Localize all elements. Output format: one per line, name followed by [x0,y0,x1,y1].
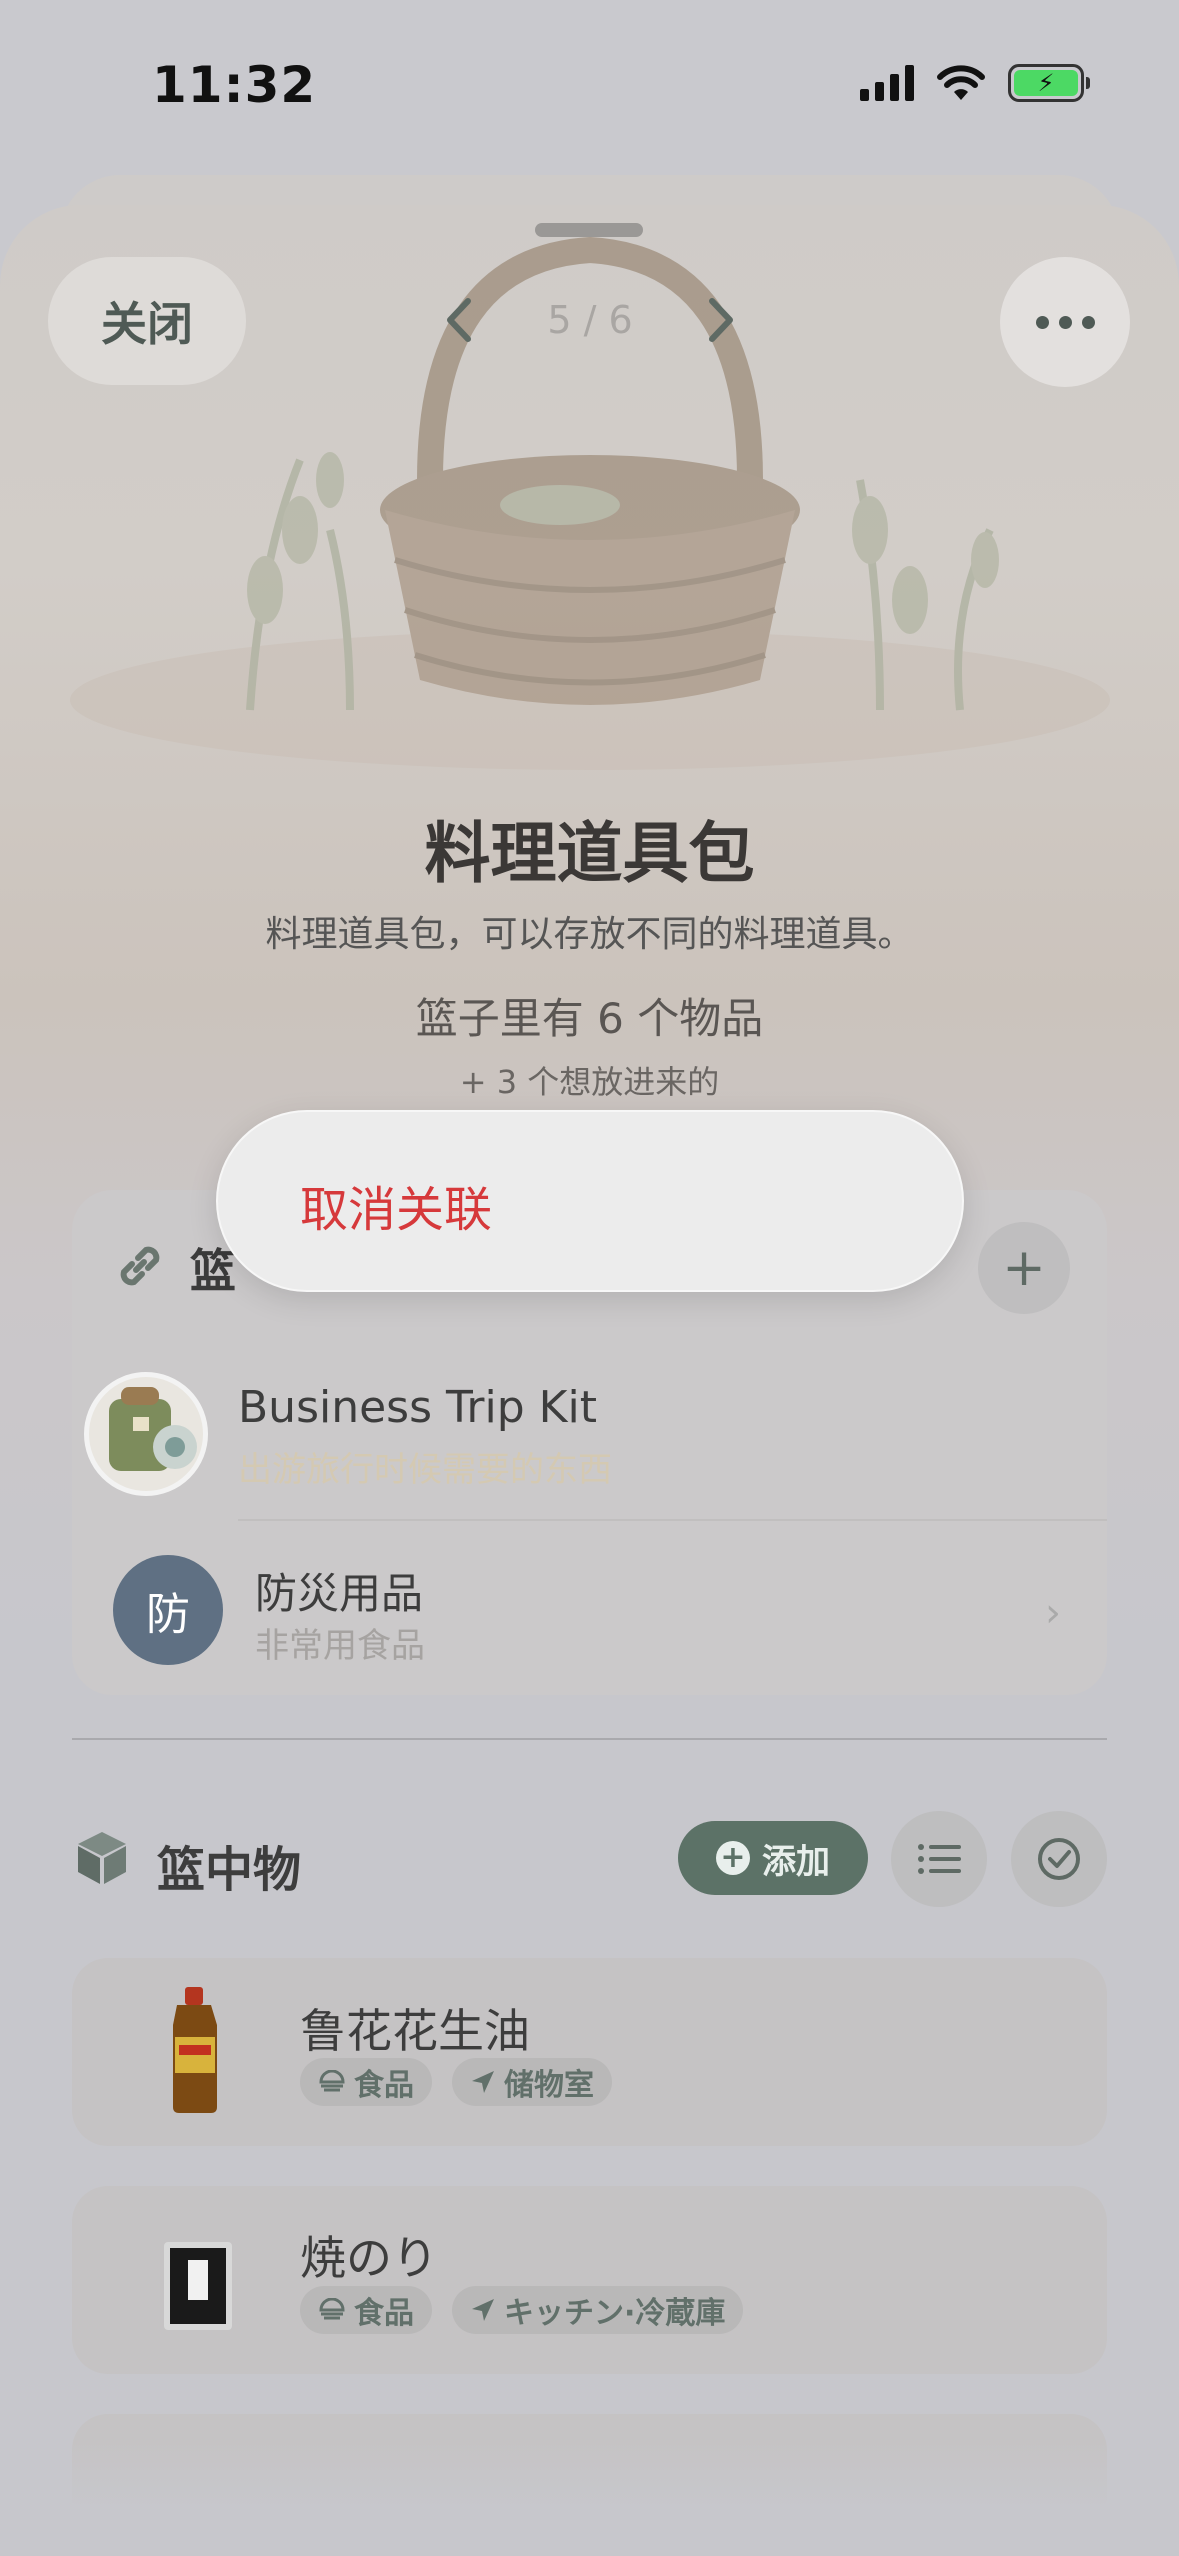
item-name: 焼のり [300,2231,438,2285]
basket-wanted-count: + 3 个想放进来的 [459,1063,720,1101]
chevron-right-icon[interactable] [700,295,740,345]
close-button[interactable]: 关闭 [48,257,246,385]
list-view-button[interactable] [891,1811,987,1907]
more-button[interactable] [1000,257,1130,387]
location-arrow-icon [472,2299,494,2321]
more-dot [1081,315,1095,329]
cube-icon [78,1832,126,1884]
more-dot [1058,315,1072,329]
related-item-name[interactable]: 防災用品 [255,1560,423,1621]
section-divider [72,1738,1107,1740]
item-name: 鲁花花生油 [300,2004,530,2058]
pager: 5 / 6 [440,285,740,355]
item-tags: 食品 储物室 [300,2058,612,2106]
link-icon [120,1246,160,1286]
category-tag-label: 食品 [354,2068,414,2103]
related-item-subtitle: 出游旅行时候需要的东西 [238,1450,612,1490]
oil-bottle-thumbnail [173,1987,217,2113]
category-tag-label: 食品 [354,2296,414,2331]
checkmark-circle-icon [1038,1838,1080,1880]
location-tag-label: キッチン·冷蔵庫 [504,2296,726,2331]
related-divider [238,1519,1107,1521]
food-icon [319,2070,345,2092]
add-item-label: 添加 [762,1841,830,1882]
basket-item-count: 篮子里有 6 个物品 [415,994,764,1043]
bottom-fade [0,2440,1179,2556]
list-icon [918,1844,961,1874]
cellular-signal-icon [860,65,914,101]
select-button[interactable] [1011,1811,1107,1907]
wifi-icon [937,65,985,100]
related-item-name[interactable]: Business Trip Kit [238,1382,597,1433]
add-item-button[interactable]: + 添加 [678,1821,868,1895]
battery-icon: ⚡ [1008,64,1090,102]
unlink-menu-item[interactable]: 取消关联 [300,1170,492,1240]
related-item-avatar: 防 [113,1555,223,1665]
location-arrow-icon [472,2071,494,2093]
location-tag[interactable]: 储物室 [452,2058,612,2106]
basket-title: 料理道具包 [424,815,755,892]
food-icon [319,2298,345,2320]
pager-text: 5 / 6 [547,298,633,342]
backpack-icon [109,1387,197,1471]
chevron-right-icon[interactable]: › [1045,1590,1061,1636]
plus-icon: + [716,1841,750,1875]
location-tag[interactable]: キッチン·冷蔵庫 [452,2286,744,2334]
items-section-title: 篮中物 [157,1842,302,1898]
status-time: 11:32 [152,56,317,114]
basket-description: 料理道具包，可以存放不同的料理道具。 [265,914,914,955]
item-tags: 食品 キッチン·冷蔵庫 [300,2286,744,2334]
location-tag-label: 储物室 [504,2068,594,2103]
status-icons: ⚡ [860,64,1090,102]
related-item-subtitle: 非常用食品 [255,1626,425,1666]
category-tag[interactable]: 食品 [300,2058,432,2106]
nori-thumbnail [164,2242,232,2330]
more-dot [1035,315,1049,329]
chevron-left-icon[interactable] [440,295,480,345]
category-tag[interactable]: 食品 [300,2286,432,2334]
add-related-button[interactable]: + [978,1222,1070,1314]
backpack-avatar [84,1372,208,1496]
